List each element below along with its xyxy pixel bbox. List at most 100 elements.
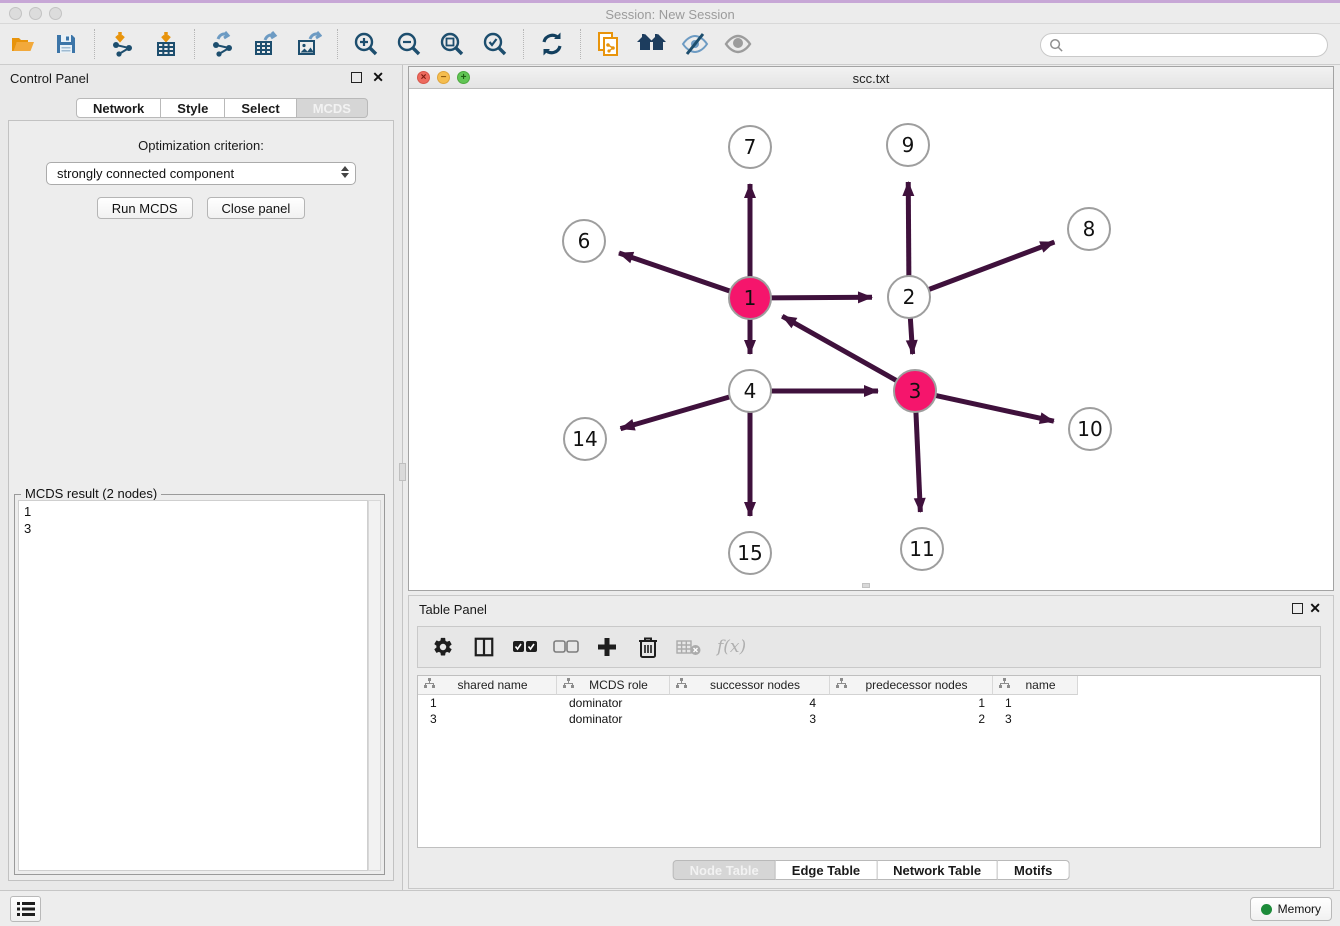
mcds-result-group: MCDS result (2 nodes) 13 <box>14 494 385 875</box>
tab-motifs[interactable]: Motifs <box>998 860 1069 880</box>
export-table-icon[interactable] <box>251 29 281 59</box>
column-header-label: shared name <box>439 678 556 692</box>
table-row[interactable]: 1dominator411 <box>418 695 1320 711</box>
show-icon[interactable] <box>723 29 753 59</box>
mcds-result-item[interactable]: 1 <box>24 503 367 520</box>
function-builder-icon[interactable]: f(x) <box>717 634 746 660</box>
table-cell[interactable]: 1 <box>830 695 993 711</box>
graph-edge-2-9[interactable] <box>908 182 909 279</box>
column-header-MCDS-role[interactable]: MCDS role <box>557 676 670 695</box>
column-header-shared-name[interactable]: shared name <box>418 676 557 695</box>
memory-button[interactable]: Memory <box>1250 897 1332 921</box>
zoom-in-icon[interactable] <box>351 29 381 59</box>
column-header-name[interactable]: name <box>993 676 1078 695</box>
column-header-successor-nodes[interactable]: successor nodes <box>670 676 830 695</box>
graph-node-3[interactable]: 3 <box>894 370 936 412</box>
graph-edge-3-10[interactable] <box>933 395 1054 421</box>
zoom-out-icon[interactable] <box>394 29 424 59</box>
graph-edge-3-1[interactable] <box>782 316 899 382</box>
graph-node-label: 9 <box>902 133 915 157</box>
graph-edge-1-2[interactable] <box>768 297 872 298</box>
task-history-button[interactable] <box>10 896 41 922</box>
graph-node-11[interactable]: 11 <box>901 528 943 570</box>
graph-node-7[interactable]: 7 <box>729 126 771 168</box>
graph-edge-4-14[interactable] <box>621 396 733 429</box>
tab-edge-table[interactable]: Edge Table <box>776 860 877 880</box>
mcds-result-item[interactable]: 3 <box>24 520 367 537</box>
graph-node-14[interactable]: 14 <box>564 418 606 460</box>
save-session-icon[interactable] <box>51 29 81 59</box>
export-network-icon[interactable] <box>208 29 238 59</box>
add-row-icon[interactable] <box>594 634 620 660</box>
delete-table-icon[interactable] <box>676 634 702 660</box>
graph-node-label: 1 <box>744 286 757 310</box>
tab-network-table[interactable]: Network Table <box>877 860 998 880</box>
float-panel-icon[interactable] <box>1292 603 1303 614</box>
graph-node-6[interactable]: 6 <box>563 220 605 262</box>
delete-row-icon[interactable] <box>635 634 661 660</box>
gear-icon[interactable] <box>430 634 456 660</box>
table-panel: Table Panel ✕ <box>408 595 1334 889</box>
hide-icon[interactable] <box>680 29 710 59</box>
view-resize-grip[interactable] <box>862 583 870 588</box>
table-cell[interactable]: 2 <box>830 711 993 727</box>
network-copy-icon[interactable] <box>594 29 624 59</box>
run-mcds-button[interactable]: Run MCDS <box>97 197 193 219</box>
graph-node-label: 7 <box>744 135 757 159</box>
tab-node-table[interactable]: Node Table <box>673 860 776 880</box>
graph-node-4[interactable]: 4 <box>729 370 771 412</box>
open-file-icon[interactable] <box>8 29 38 59</box>
graph-edge-1-6[interactable] <box>619 253 733 292</box>
zoom-selected-icon[interactable] <box>480 29 510 59</box>
refresh-icon[interactable] <box>537 29 567 59</box>
table-cell[interactable]: 1 <box>418 695 557 711</box>
list-icon <box>17 902 35 916</box>
search-box[interactable] <box>1040 33 1328 57</box>
network-window-titlebar[interactable]: × − + scc.txt <box>409 67 1333 89</box>
titlebar: Session: New Session <box>0 3 1340 24</box>
tab-network[interactable]: Network <box>76 98 161 118</box>
table-cell[interactable]: 3 <box>418 711 557 727</box>
mcds-result-scrollbar[interactable] <box>368 500 381 871</box>
graph-node-1[interactable]: 1 <box>729 277 771 319</box>
graph-node-2[interactable]: 2 <box>888 276 930 318</box>
mcds-result-list[interactable]: 13 <box>18 500 368 871</box>
table-cell[interactable]: 1 <box>993 695 1078 711</box>
tab-style[interactable]: Style <box>161 98 225 118</box>
tab-select[interactable]: Select <box>225 98 296 118</box>
column-header-predecessor-nodes[interactable]: predecessor nodes <box>830 676 993 695</box>
home-icon[interactable] <box>637 29 667 59</box>
split-column-icon[interactable] <box>471 634 497 660</box>
tab-mcds[interactable]: MCDS <box>297 98 368 118</box>
import-network-icon[interactable] <box>108 29 138 59</box>
panel-splitter-handle[interactable] <box>399 463 406 481</box>
close-panel-icon[interactable]: ✕ <box>372 69 384 85</box>
graph-node-10[interactable]: 10 <box>1069 408 1111 450</box>
table-cell[interactable]: dominator <box>557 711 670 727</box>
graph-edge-2-8[interactable] <box>926 242 1055 291</box>
close-panel-button[interactable]: Close panel <box>207 197 306 219</box>
float-panel-icon[interactable] <box>351 72 362 83</box>
table-cell[interactable]: dominator <box>557 695 670 711</box>
graph-edge-3-11[interactable] <box>916 409 921 512</box>
close-panel-icon[interactable]: ✕ <box>1309 600 1321 616</box>
network-graph-canvas[interactable]: 7 9 6 8 1 2 4 3 14 10 15 11 <box>409 89 1333 590</box>
import-table-icon[interactable] <box>151 29 181 59</box>
deselect-all-icon[interactable] <box>553 634 579 660</box>
select-all-icon[interactable] <box>512 634 538 660</box>
table-cell[interactable]: 3 <box>670 711 830 727</box>
toolbar-separator <box>580 29 581 59</box>
column-header-label: MCDS role <box>578 678 669 692</box>
graph-node-15[interactable]: 15 <box>729 532 771 574</box>
table-cell[interactable]: 3 <box>993 711 1078 727</box>
search-input[interactable] <box>1064 38 1327 52</box>
optimization-criterion-select[interactable]: strongly connected component <box>46 162 356 185</box>
graph-node-8[interactable]: 8 <box>1068 208 1110 250</box>
zoom-fit-icon[interactable] <box>437 29 467 59</box>
graph-node-9[interactable]: 9 <box>887 124 929 166</box>
table-cell[interactable]: 4 <box>670 695 830 711</box>
table-row[interactable]: 3dominator323 <box>418 711 1320 727</box>
graph-node-label: 6 <box>578 229 591 253</box>
export-image-icon[interactable] <box>294 29 324 59</box>
graph-edge-2-3[interactable] <box>910 315 912 354</box>
